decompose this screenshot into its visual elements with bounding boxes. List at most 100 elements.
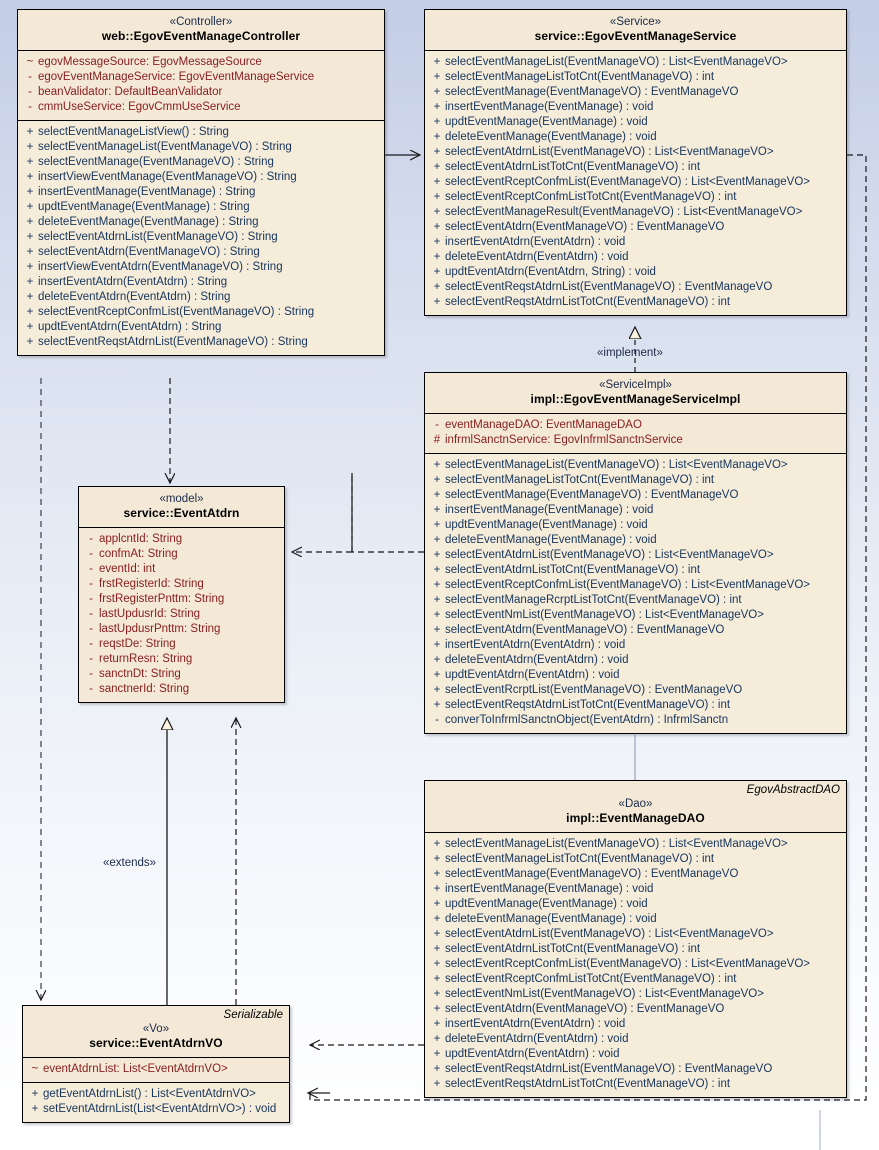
operation-signature: updtEventAtdrn(EventAtdrn, String) : voi…: [445, 266, 656, 278]
operation-signature: selectEventReqstAtdrnListTotCnt(EventMan…: [445, 699, 731, 711]
operation-row: + selectEventAtdrnList(EventManageVO) : L…: [425, 927, 846, 942]
class-header-service-impl: «ServiceImpl» impl::EgovEventManageServi…: [425, 373, 846, 414]
class-stereotype: «Service»: [609, 16, 662, 28]
visibility-marker: +: [433, 534, 441, 546]
attribute-signature: lastUpdusrPnttm: String: [99, 623, 221, 635]
operation-row: + selectEventManage(EventManageVO) : Even…: [425, 85, 846, 100]
visibility-marker: -: [89, 563, 93, 575]
attribute-signature: egovMessageSource: EgovMessageSource: [38, 56, 262, 68]
attribute-row: - beanValidator: DefaultBeanValidator: [18, 85, 384, 100]
operation-row: + insertEventManage(EventManage) : String: [18, 185, 384, 200]
operation-signature: insertEventManage(EventManage) : void: [445, 101, 654, 113]
class-box-model-event-atdrn[interactable]: «model» service::EventAtdrn - applcntId: …: [78, 486, 285, 703]
operations-compartment-service: + selectEventManageList(EventManageVO) : …: [425, 51, 846, 315]
visibility-marker: +: [433, 639, 441, 651]
operation-signature: selectEventAtdrn(EventManageVO) : EventM…: [445, 1003, 725, 1015]
attribute-signature: beanValidator: DefaultBeanValidator: [38, 86, 223, 98]
visibility-marker: +: [433, 161, 441, 173]
visibility-marker: +: [26, 171, 34, 183]
operation-row: + updtEventManage(EventManage) : String: [18, 200, 384, 215]
operation-row: + setEventAtdrnList(List<EventAtdrnVO>) :…: [23, 1102, 289, 1117]
operation-signature: selectEventReqstAtdrnListTotCnt(EventMan…: [445, 296, 731, 308]
operation-row: + updtEventAtdrn(EventAtdrn) : void: [425, 1047, 846, 1062]
class-box-controller[interactable]: «Controller» web::EgovEventManageControl…: [17, 9, 385, 356]
operations-compartment-vo: + getEventAtdrnList() : List<EventAtdrnVO…: [23, 1083, 289, 1122]
class-header-service: «Service» service::EgovEventManageServic…: [425, 10, 846, 51]
attribute-signature: infrmlSanctnService: EgovInfrmlSanctnSer…: [445, 434, 683, 446]
operation-signature: insertEventAtdrn(EventAtdrn) : void: [445, 639, 626, 651]
visibility-marker: +: [433, 549, 441, 561]
visibility-marker: +: [433, 958, 441, 970]
visibility-marker: -: [89, 653, 93, 665]
operation-signature: selectEventManageList(EventManageVO) : S…: [38, 141, 292, 153]
operation-row: + selectEventRceptConfmListTotCnt(EventMa…: [425, 190, 846, 205]
operation-signature: updtEventAtdrn(EventAtdrn) : String: [38, 321, 222, 333]
operation-row: + selectEventManageRcrptListTotCnt(EventM…: [425, 593, 846, 608]
operation-row: + selectEventRceptConfmList(EventManageVO…: [425, 957, 846, 972]
attribute-row: - lastUpdusrPnttm: String: [79, 622, 284, 637]
operation-row: + selectEventRceptConfmListTotCnt(EventMa…: [425, 972, 846, 987]
operation-signature: selectEventAtdrnList(EventManageVO) : St…: [38, 231, 278, 243]
operation-row: + selectEventAtdrn(EventManageVO) : Event…: [425, 623, 846, 638]
visibility-marker: +: [26, 231, 34, 243]
operation-signature: selectEventAtdrnList(EventManageVO) : Li…: [445, 549, 774, 561]
operation-signature: selectEventRceptConfmList(EventManageVO)…: [445, 579, 810, 591]
operation-row: + insertViewEventManage(EventManageVO) : …: [18, 170, 384, 185]
visibility-marker: #: [433, 434, 441, 446]
visibility-marker: +: [433, 236, 441, 248]
class-box-vo-event-atdrn-vo[interactable]: Serializable «Vo» service::EventAtdrnVO …: [22, 1005, 290, 1123]
operation-row: + selectEventRceptConfmList(EventManageVO…: [18, 305, 384, 320]
visibility-marker: +: [26, 126, 34, 138]
attribute-row: - sanctnerId: String: [79, 682, 284, 697]
operation-row: + insertViewEventAtdrn(EventManageVO) : S…: [18, 260, 384, 275]
operation-signature: insertEventManage(EventManage) : String: [38, 186, 256, 198]
operation-row: + updtEventAtdrn(EventAtdrn, String) : vo…: [425, 265, 846, 280]
visibility-marker: +: [433, 579, 441, 591]
visibility-marker: +: [26, 306, 34, 318]
visibility-marker: -: [89, 578, 93, 590]
operation-signature: updtEventAtdrn(EventAtdrn) : void: [445, 1048, 620, 1060]
operation-row: + deleteEventManage(EventManage) : void: [425, 912, 846, 927]
operation-row: + selectEventAtdrnList(EventManageVO) : S…: [18, 230, 384, 245]
visibility-marker: +: [433, 86, 441, 98]
visibility-marker: +: [433, 1063, 441, 1075]
visibility-marker: ~: [26, 56, 34, 68]
operation-signature: selectEventNmList(EventManageVO) : List<…: [445, 988, 764, 1000]
class-box-service-impl[interactable]: «ServiceImpl» impl::EgovEventManageServi…: [424, 372, 847, 734]
operation-signature: deleteEventManage(EventManage) : void: [445, 913, 657, 925]
visibility-marker: +: [433, 459, 441, 471]
operation-row: + deleteEventManage(EventManage) : String: [18, 215, 384, 230]
class-box-service[interactable]: «Service» service::EgovEventManageServic…: [424, 9, 847, 316]
attribute-signature: eventAtdrnList: List<EventAtdrnVO>: [43, 1063, 228, 1075]
class-stereotype: «Vo»: [142, 1023, 170, 1035]
class-box-dao[interactable]: EgovAbstractDAO «Dao» impl::EventManageD…: [424, 780, 847, 1098]
operation-row: + selectEventReqstAtdrnList(EventManageVO…: [18, 335, 384, 350]
operation-signature: deleteEventManage(EventManage) : void: [445, 534, 657, 546]
uml-class-diagram-canvas: «Controller» web::EgovEventManageControl…: [0, 0, 879, 1150]
operations-compartment-controller: + selectEventManageListView() : String + se…: [18, 121, 384, 355]
operation-row: + deleteEventAtdrn(EventAtdrn) : void: [425, 1032, 846, 1047]
operation-signature: setEventAtdrnList(List<EventAtdrnVO>) : …: [43, 1103, 277, 1115]
visibility-marker: +: [433, 669, 441, 681]
attributes-compartment-service-impl: - eventManageDAO: EventManageDAO # infrmlSa…: [425, 414, 846, 454]
operation-signature: selectEventAtdrnList(EventManageVO) : Li…: [445, 146, 774, 158]
visibility-marker: +: [433, 609, 441, 621]
operation-signature: insertEventManage(EventManage) : void: [445, 504, 654, 516]
operations-compartment-service-impl: + selectEventManageList(EventManageVO) : …: [425, 454, 846, 733]
attribute-row: # infrmlSanctnService: EgovInfrmlSanctnSe…: [425, 433, 846, 448]
dao-superclass-tag: EgovAbstractDAO: [746, 784, 840, 796]
visibility-marker: +: [433, 56, 441, 68]
operation-signature: selectEventManageRcrptListTotCnt(EventMa…: [445, 594, 742, 606]
operation-signature: selectEventManageList(EventManageVO) : L…: [445, 56, 788, 68]
operation-signature: selectEventAtdrn(EventManageVO) : EventM…: [445, 221, 725, 233]
visibility-marker: +: [26, 291, 34, 303]
attributes-compartment-controller: ~ egovMessageSource: EgovMessageSource - eg…: [18, 51, 384, 121]
attribute-row: ~ eventAtdrnList: List<EventAtdrnVO>: [23, 1062, 289, 1077]
visibility-marker: +: [433, 838, 441, 850]
visibility-marker: +: [433, 266, 441, 278]
visibility-marker: +: [433, 1033, 441, 1045]
operation-signature: selectEventManageListTotCnt(EventManageV…: [445, 853, 715, 865]
class-name: service::EventAtdrnVO: [89, 1036, 223, 1050]
attribute-row: - lastUpdusrId: String: [79, 607, 284, 622]
operation-row: + selectEventRcrptList(EventManageVO) : E…: [425, 683, 846, 698]
